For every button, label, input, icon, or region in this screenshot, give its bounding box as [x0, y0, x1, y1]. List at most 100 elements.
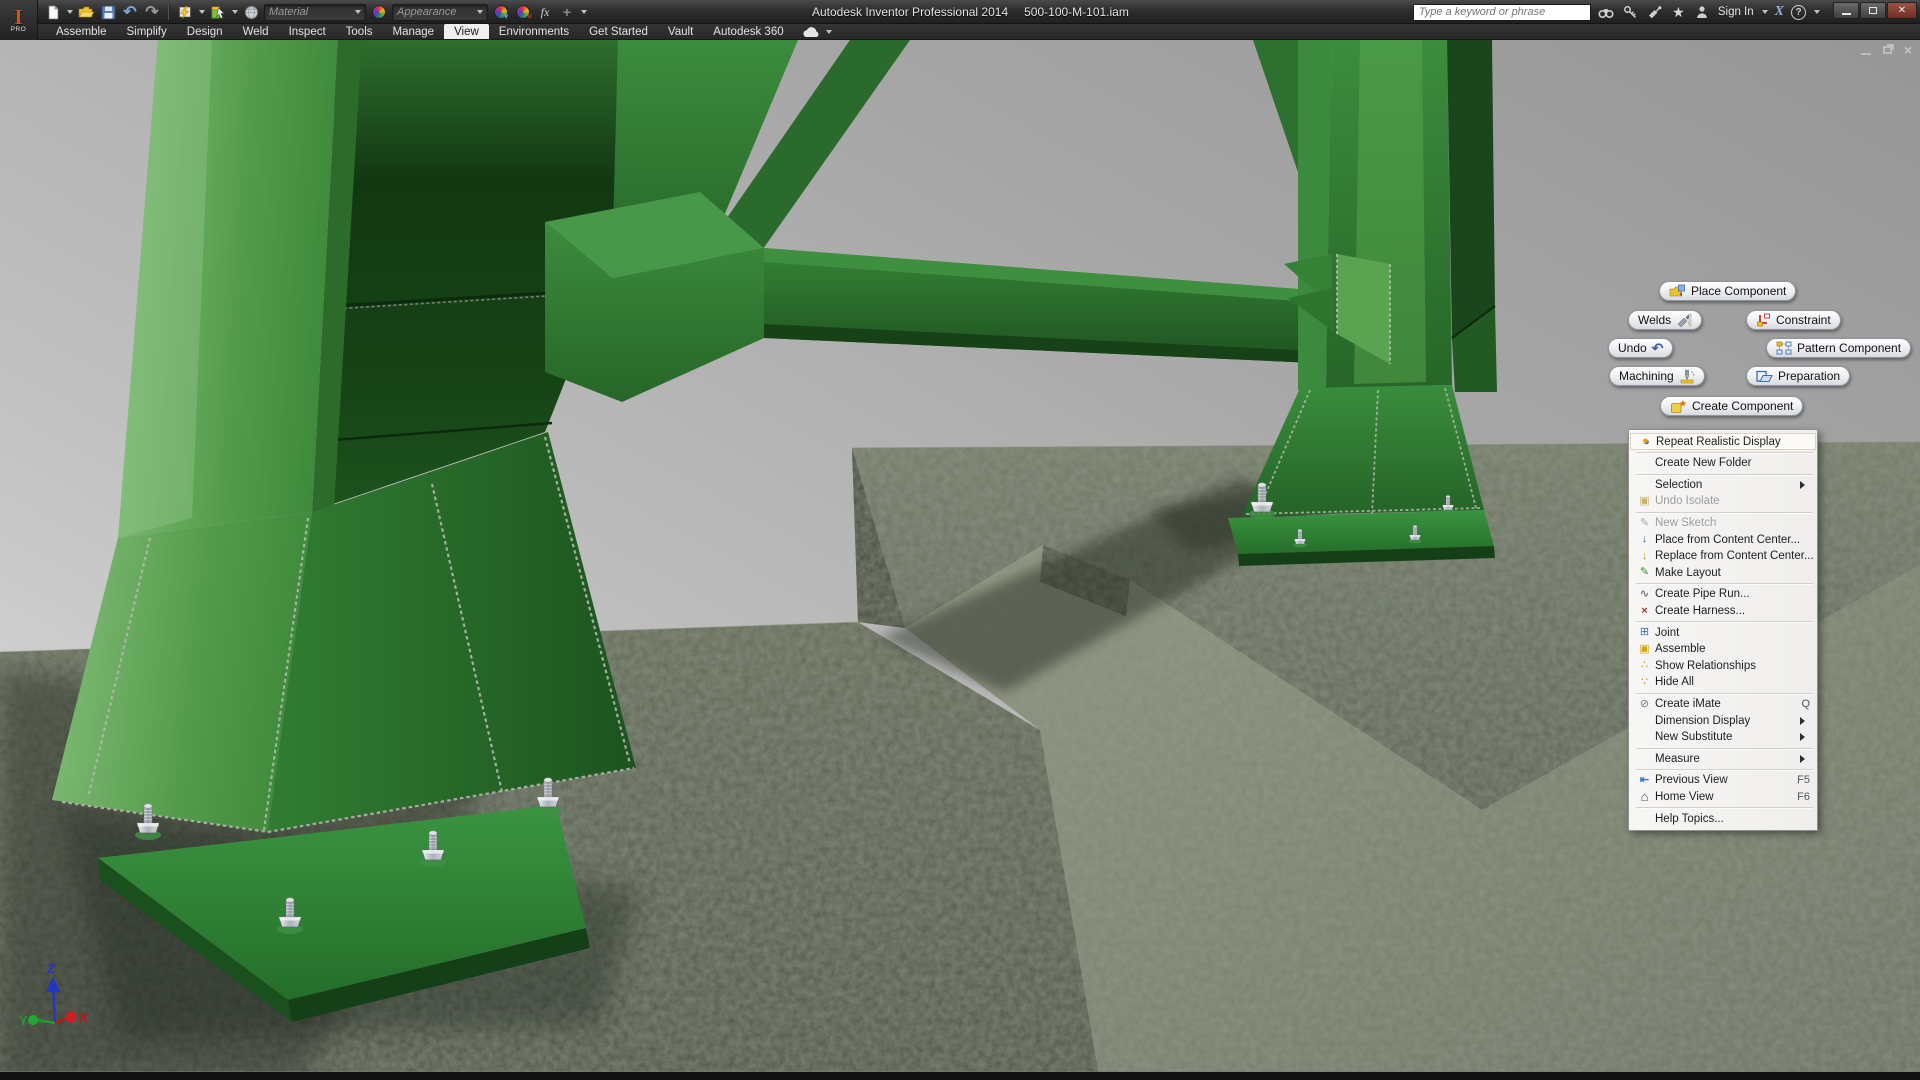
menu-item-label: Create New Folder — [1655, 457, 1810, 469]
menu-item-create-pipe-run[interactable]: ∿ Create Pipe Run... — [1630, 586, 1816, 603]
menu-item-label: Repeat Realistic Display — [1656, 436, 1809, 448]
adjust-color-button[interactable] — [370, 3, 388, 21]
menu-item-previous-view[interactable]: ⇤ Previous View F5 — [1630, 772, 1816, 789]
autodesk360-cloud-button[interactable] — [794, 24, 840, 39]
menu-shortcut: F5 — [1791, 774, 1810, 786]
3d-viewport[interactable]: Z Y X × Place Component Welds — [0, 40, 1920, 1080]
menu-item-place-from-content-center[interactable]: ↓ Place from Content Center... — [1630, 531, 1816, 548]
minimize-button[interactable] — [1833, 2, 1859, 19]
material-globe-icon — [244, 5, 259, 20]
tab-environments[interactable]: Environments — [489, 24, 579, 39]
tab-simplify[interactable]: Simplify — [117, 24, 177, 39]
tab-manage[interactable]: Manage — [383, 24, 445, 39]
menu-item-replace-from-content-center[interactable]: ↓ Replace from Content Center... — [1630, 548, 1816, 565]
favorites-star-icon[interactable]: ★ — [1670, 4, 1687, 21]
new-document-dropdown[interactable] — [67, 10, 73, 14]
tab-vault[interactable]: Vault — [658, 24, 703, 39]
parameters-fx-button[interactable]: fx — [536, 3, 554, 21]
create-component-button[interactable]: Create Component — [1660, 396, 1803, 416]
help-dropdown[interactable] — [1814, 10, 1820, 14]
menu-separator — [1636, 769, 1813, 770]
menu-item-assemble[interactable]: ▣ Assemble — [1630, 641, 1816, 658]
constraint-button[interactable]: Constraint — [1746, 310, 1841, 330]
tab-design[interactable]: Design — [177, 24, 233, 39]
close-icon: ✕ — [1898, 5, 1906, 16]
save-button[interactable] — [99, 3, 117, 21]
undo-button[interactable]: ↶ — [121, 3, 139, 21]
menu-item-create-harness[interactable]: × Create Harness... — [1630, 603, 1816, 620]
search-icon[interactable] — [1598, 4, 1615, 21]
restore-button[interactable] — [1860, 2, 1886, 19]
preparation-button[interactable]: Preparation — [1746, 366, 1850, 386]
tab-get-started[interactable]: Get Started — [579, 24, 658, 39]
update-dropdown[interactable] — [199, 10, 205, 14]
add-button[interactable]: + — [558, 3, 576, 21]
undo-pill-button[interactable]: Undo ↶ — [1608, 338, 1673, 358]
menu-item-dimension-display[interactable]: Dimension Display — [1630, 712, 1816, 729]
update-button[interactable] — [176, 3, 194, 21]
tab-view[interactable]: View — [444, 24, 489, 39]
menu-item-new-sketch[interactable]: ✎ New Sketch — [1630, 515, 1816, 532]
menu-item-repeat-realistic-display[interactable]: ● Repeat Realistic Display — [1630, 433, 1816, 450]
menu-item-label: Show Relationships — [1655, 660, 1810, 672]
select-button[interactable] — [209, 3, 227, 21]
menu-item-joint[interactable]: ⊞ Joint — [1630, 624, 1816, 641]
select-dropdown[interactable] — [232, 10, 238, 14]
harness-icon: × — [1634, 606, 1655, 617]
menu-separator — [1636, 693, 1813, 694]
appearance-combobox[interactable]: Appearance — [392, 4, 488, 21]
close-button[interactable]: ✕ — [1887, 2, 1917, 19]
redo-button[interactable]: ↷ — [143, 3, 161, 21]
menu-item-new-substitute[interactable]: New Substitute — [1630, 729, 1816, 746]
save-floppy-icon — [101, 5, 116, 20]
menu-item-measure[interactable]: Measure — [1630, 751, 1816, 768]
communication-center-icon[interactable] — [1646, 4, 1663, 21]
appearance-filter-button[interactable]: ▼ — [492, 3, 510, 21]
menu-item-make-layout[interactable]: ✎ Make Layout — [1630, 565, 1816, 582]
tab-weld[interactable]: Weld — [233, 24, 279, 39]
sign-in-dropdown[interactable] — [1762, 10, 1768, 14]
sign-in-button[interactable]: Sign In — [1718, 6, 1754, 18]
menu-item-hide-all[interactable]: ∵ Hide All — [1630, 674, 1816, 691]
menu-item-create-new-folder[interactable]: Create New Folder — [1630, 455, 1816, 472]
tab-autodesk-360[interactable]: Autodesk 360 — [703, 24, 793, 39]
machining-label: Machining — [1619, 369, 1674, 383]
clear-appearance-button[interactable]: × — [514, 3, 532, 21]
y-axis-label: Y — [19, 1013, 28, 1028]
application-menu-button[interactable]: I PRO — [0, 0, 38, 40]
welds-button[interactable]: Welds — [1628, 310, 1702, 330]
menu-item-show-relationships[interactable]: ∴ Show Relationships — [1630, 658, 1816, 675]
menu-item-help-topics[interactable]: Help Topics... — [1630, 810, 1816, 827]
appearance-combobox-value: Appearance — [397, 6, 456, 18]
menu-item-home-view[interactable]: ⌂ Home View F6 — [1630, 789, 1816, 806]
menu-item-label: New Sketch — [1655, 517, 1810, 529]
open-button[interactable] — [77, 3, 95, 21]
realistic-display-icon: ● — [1635, 436, 1656, 447]
help-icon[interactable]: ? — [1791, 5, 1806, 20]
document-minimize-icon[interactable] — [1861, 53, 1871, 55]
document-close-icon[interactable]: × — [1904, 45, 1912, 55]
place-component-button[interactable]: Place Component — [1659, 281, 1796, 301]
subscription-key-icon[interactable] — [1622, 4, 1639, 21]
document-restore-icon[interactable] — [1883, 46, 1892, 54]
content-center-replace-icon: ↓ — [1634, 551, 1655, 562]
quick-access-toolbar: ↶ ↷ — [44, 0, 587, 24]
search-input[interactable] — [1413, 4, 1591, 21]
material-combobox-value: Material — [269, 6, 308, 18]
menu-item-undo-isolate[interactable]: ▣ Undo Isolate — [1630, 493, 1816, 510]
tab-inspect[interactable]: Inspect — [279, 24, 336, 39]
menu-item-create-imate[interactable]: ⊘ Create iMate Q — [1630, 696, 1816, 713]
tab-assemble[interactable]: Assemble — [46, 24, 117, 39]
menu-item-selection[interactable]: Selection — [1630, 477, 1816, 494]
x-axis-label: X — [79, 1010, 88, 1025]
exchange-apps-icon[interactable]: X — [1775, 4, 1784, 20]
qat-customize-dropdown[interactable] — [581, 10, 587, 14]
material-combobox[interactable]: Material — [264, 4, 366, 21]
material-browser-button[interactable] — [242, 3, 260, 21]
pattern-component-button[interactable]: Pattern Component — [1766, 338, 1911, 358]
new-document-button[interactable] — [44, 3, 62, 21]
user-icon[interactable] — [1694, 4, 1711, 21]
machining-button[interactable]: Machining — [1609, 366, 1705, 386]
tab-tools[interactable]: Tools — [336, 24, 383, 39]
menu-item-label: Undo Isolate — [1655, 495, 1810, 507]
